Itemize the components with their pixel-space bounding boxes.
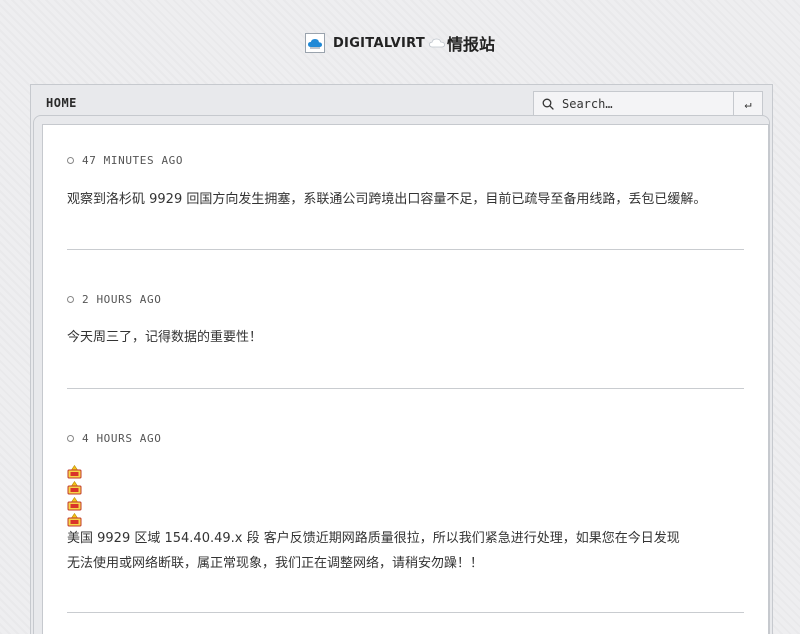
search-submit-button[interactable]: ↵ bbox=[734, 92, 762, 116]
enter-icon: ↵ bbox=[744, 97, 752, 111]
nav-home-link[interactable]: HOME bbox=[46, 96, 77, 110]
main-panel: HOME ↵ 47 MINUTES AGO 观察到洛杉矶 9929 回国方向发生… bbox=[30, 84, 773, 634]
post-timestamp: 4 HOURS AGO bbox=[67, 432, 161, 445]
post-text: 今天周三了，记得数据的重要性！ bbox=[67, 330, 263, 345]
search-field-wrapper bbox=[534, 92, 734, 116]
post-timestamp: 47 MINUTES AGO bbox=[67, 154, 183, 167]
post-text-line-2: 无法使用或网络断联，属正常现象，我们正在调整网络，请稍安勿躁！！ bbox=[67, 556, 484, 571]
feed-frame: 47 MINUTES AGO 观察到洛杉矶 9929 回国方向发生拥塞，系联通公… bbox=[33, 115, 770, 634]
search-bar: ↵ bbox=[533, 91, 763, 117]
site-suffix: 情报站 bbox=[447, 35, 496, 54]
post-divider bbox=[67, 388, 744, 389]
warning-sign-icon bbox=[67, 513, 82, 527]
cloud-icon bbox=[429, 38, 445, 48]
cloud-logo-icon bbox=[307, 39, 322, 49]
timeline-dot-icon bbox=[67, 157, 74, 164]
search-icon bbox=[542, 98, 554, 110]
logo[interactable] bbox=[304, 33, 325, 53]
post-time-text: 4 HOURS AGO bbox=[82, 432, 162, 445]
site-title: DIGITALVIRT 情报站 bbox=[333, 31, 495, 55]
timeline-dot-icon bbox=[67, 296, 74, 303]
site-name: DIGITALVIRT bbox=[332, 35, 426, 51]
post-divider bbox=[67, 249, 744, 250]
post-time-text: 47 MINUTES AGO bbox=[82, 154, 184, 167]
timeline-dot-icon bbox=[67, 435, 74, 442]
post-text: 观察到洛杉矶 9929 回国方向发生拥塞，系联通公司跨境出口容量不足，目前已疏导… bbox=[67, 192, 707, 207]
post-divider bbox=[67, 612, 744, 613]
post-timestamp: 2 HOURS AGO bbox=[67, 293, 161, 306]
warning-sign-icon bbox=[67, 465, 82, 479]
emoji-stack bbox=[67, 465, 82, 529]
post-text-line-1: 美国 9929 区域 154.40.49.x 段 客户反馈近期网路质量很拉，所以… bbox=[67, 531, 680, 546]
site-header: DIGITALVIRT 情报站 bbox=[0, 30, 800, 56]
search-input[interactable] bbox=[562, 97, 712, 111]
post-time-text: 2 HOURS AGO bbox=[82, 293, 162, 306]
feed: 47 MINUTES AGO 观察到洛杉矶 9929 回国方向发生拥塞，系联通公… bbox=[42, 124, 769, 634]
warning-sign-icon bbox=[67, 481, 82, 495]
warning-sign-icon bbox=[67, 497, 82, 511]
